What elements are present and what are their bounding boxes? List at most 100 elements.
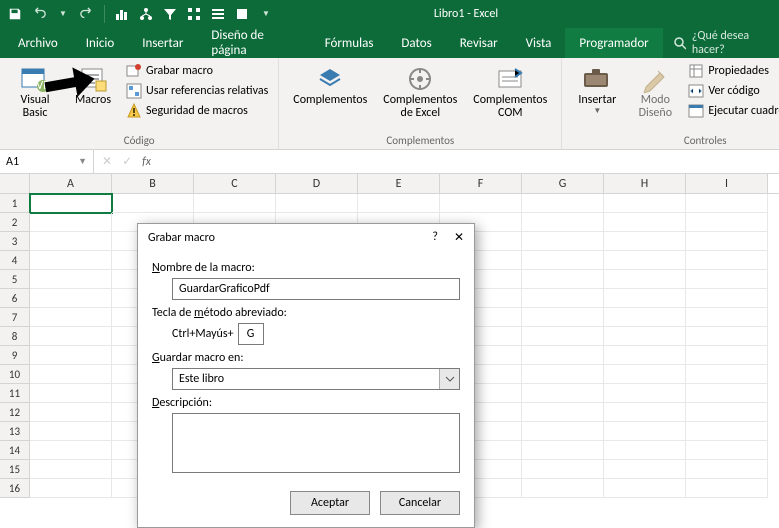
- cell[interactable]: [604, 365, 686, 384]
- undo-more-button[interactable]: ▼: [52, 3, 74, 25]
- cell[interactable]: [686, 403, 768, 422]
- cell[interactable]: [604, 403, 686, 422]
- cell[interactable]: [522, 441, 604, 460]
- row-header[interactable]: 10: [0, 365, 30, 384]
- tab-inicio[interactable]: Inicio: [72, 28, 128, 58]
- cell[interactable]: [522, 213, 604, 232]
- cell[interactable]: [522, 365, 604, 384]
- cell[interactable]: [522, 270, 604, 289]
- cell[interactable]: [30, 365, 112, 384]
- cell[interactable]: [522, 384, 604, 403]
- col-header[interactable]: G: [522, 174, 604, 193]
- cell[interactable]: [522, 346, 604, 365]
- qat-expand-icon[interactable]: [183, 3, 205, 25]
- cell[interactable]: [686, 270, 768, 289]
- cell[interactable]: [440, 194, 522, 213]
- tell-me-search[interactable]: ¿Qué desea hacer?: [673, 28, 779, 58]
- tab-insertar[interactable]: Insertar: [128, 28, 197, 58]
- cell[interactable]: [604, 479, 686, 498]
- cell[interactable]: [30, 346, 112, 365]
- save-button[interactable]: [4, 3, 26, 25]
- complementos-com-button[interactable]: Complementos COM: [467, 60, 553, 120]
- cell[interactable]: [604, 194, 686, 213]
- cell[interactable]: [604, 308, 686, 327]
- cell[interactable]: [686, 384, 768, 403]
- cell[interactable]: [194, 194, 276, 213]
- cell[interactable]: [604, 460, 686, 479]
- cell[interactable]: [686, 460, 768, 479]
- ver-codigo-button[interactable]: Ver código: [686, 82, 779, 100]
- qat-hierarchy-icon[interactable]: [135, 3, 157, 25]
- cell[interactable]: [686, 422, 768, 441]
- cell[interactable]: [686, 232, 768, 251]
- cell[interactable]: [522, 327, 604, 346]
- cell[interactable]: [522, 194, 604, 213]
- dialog-help-button[interactable]: ?: [432, 230, 438, 245]
- tab-formulas[interactable]: Fórmulas: [311, 28, 388, 58]
- cell[interactable]: [30, 289, 112, 308]
- cell[interactable]: [30, 479, 112, 498]
- col-header[interactable]: C: [194, 174, 276, 193]
- row-header[interactable]: 13: [0, 422, 30, 441]
- cell[interactable]: [30, 384, 112, 403]
- row-header[interactable]: 4: [0, 251, 30, 270]
- cell[interactable]: [522, 289, 604, 308]
- referencias-relativas-button[interactable]: Usar referencias relativas: [124, 82, 270, 100]
- col-header[interactable]: E: [358, 174, 440, 193]
- qat-more-button[interactable]: ▼: [255, 3, 277, 25]
- grabar-macro-button[interactable]: Grabar macro: [124, 62, 270, 80]
- cell[interactable]: [604, 213, 686, 232]
- cell[interactable]: [604, 346, 686, 365]
- cell[interactable]: [30, 422, 112, 441]
- row-header[interactable]: 7: [0, 308, 30, 327]
- row-header[interactable]: 9: [0, 346, 30, 365]
- cell[interactable]: [30, 213, 112, 232]
- col-header[interactable]: F: [440, 174, 522, 193]
- cell[interactable]: [686, 251, 768, 270]
- cell[interactable]: [522, 422, 604, 441]
- row-header[interactable]: 3: [0, 232, 30, 251]
- complementos-excel-button[interactable]: Complementos de Excel: [377, 60, 463, 120]
- cell[interactable]: [522, 403, 604, 422]
- cell[interactable]: [686, 479, 768, 498]
- cancel-button[interactable]: Cancelar: [380, 491, 460, 515]
- qat-list-icon[interactable]: [207, 3, 229, 25]
- select-all-corner[interactable]: [0, 174, 30, 193]
- name-box[interactable]: A1 ▼: [0, 150, 94, 173]
- row-header[interactable]: 16: [0, 479, 30, 498]
- cell[interactable]: [604, 422, 686, 441]
- insertar-control-button[interactable]: Insertar ▼: [570, 60, 624, 120]
- cell[interactable]: [604, 251, 686, 270]
- cell[interactable]: [604, 441, 686, 460]
- cell[interactable]: [276, 194, 358, 213]
- cell[interactable]: [30, 232, 112, 251]
- qat-color-icon[interactable]: [231, 3, 253, 25]
- cell[interactable]: [522, 460, 604, 479]
- cell[interactable]: [30, 251, 112, 270]
- tab-datos[interactable]: Datos: [387, 28, 445, 58]
- cell[interactable]: [686, 289, 768, 308]
- col-header[interactable]: D: [276, 174, 358, 193]
- col-header[interactable]: A: [30, 174, 112, 193]
- cell[interactable]: [522, 479, 604, 498]
- cell[interactable]: [30, 460, 112, 479]
- modo-diseno-button[interactable]: Modo Diseño: [628, 60, 682, 120]
- cell[interactable]: [604, 327, 686, 346]
- cell[interactable]: [604, 232, 686, 251]
- ejecutar-dialogo-button[interactable]: Ejecutar cuadro de diálogo: [686, 102, 779, 120]
- cell[interactable]: [30, 441, 112, 460]
- redo-button[interactable]: [76, 3, 98, 25]
- cell[interactable]: [604, 384, 686, 403]
- cell[interactable]: [358, 194, 440, 213]
- formula-bar[interactable]: ✕ ✓ fx: [94, 154, 151, 169]
- qat-chart-icon[interactable]: [111, 3, 133, 25]
- cell[interactable]: [30, 327, 112, 346]
- cell[interactable]: [686, 308, 768, 327]
- tab-file[interactable]: Archivo: [4, 28, 72, 58]
- col-header[interactable]: H: [604, 174, 686, 193]
- cell[interactable]: [686, 194, 768, 213]
- row-header[interactable]: 11: [0, 384, 30, 403]
- seguridad-macros-button[interactable]: Seguridad de macros: [124, 102, 270, 120]
- cell[interactable]: [522, 308, 604, 327]
- row-header[interactable]: 1: [0, 194, 30, 213]
